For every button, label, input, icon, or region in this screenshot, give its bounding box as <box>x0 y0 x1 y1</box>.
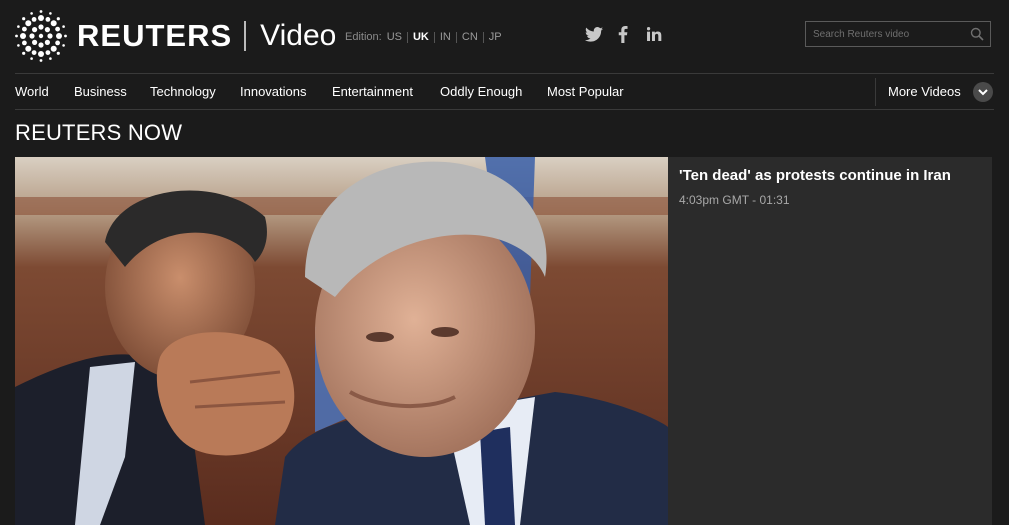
section-name: Video <box>260 19 337 52</box>
edition-selector: Edition: US UK IN CN JP <box>345 31 507 43</box>
edition-jp[interactable]: JP <box>482 31 507 43</box>
brand-name: REUTERS <box>77 18 233 53</box>
logo-divider <box>244 21 247 51</box>
search-icon[interactable] <box>970 27 984 41</box>
nav-item-entertainment[interactable]: Entertainment <box>332 74 413 110</box>
edition-label: Edition: <box>345 31 382 43</box>
nav-divider <box>875 78 876 106</box>
featured-video-thumbnail[interactable] <box>15 157 668 525</box>
featured-duration: 01:31 <box>759 193 790 207</box>
featured-time: 4:03pm GMT <box>679 193 749 207</box>
main-navigation: World Business Technology Innovations En… <box>15 73 994 110</box>
meta-separator: - <box>748 193 760 207</box>
reuters-logo[interactable]: REUTERS Video <box>15 10 336 62</box>
edition-us[interactable]: US <box>387 31 407 43</box>
section-title: REUTERS NOW <box>15 120 183 145</box>
nav-item-innovations[interactable]: Innovations <box>240 74 307 110</box>
chevron-down-icon <box>978 89 988 96</box>
nav-item-oddly-enough[interactable]: Oddly Enough <box>440 74 522 110</box>
more-videos-link[interactable]: More Videos <box>888 74 961 110</box>
edition-cn[interactable]: CN <box>455 31 483 43</box>
nav-item-business[interactable]: Business <box>74 74 127 110</box>
reuters-dots-logo-icon <box>15 10 67 62</box>
site-header: REUTERS Video Edition: US UK IN CN JP <box>0 0 1009 72</box>
more-videos-button[interactable] <box>973 82 993 102</box>
twitter-icon[interactable] <box>585 27 603 42</box>
linkedin-icon[interactable] <box>647 27 662 41</box>
search-box <box>805 21 991 47</box>
search-input[interactable] <box>806 22 966 46</box>
nav-item-world[interactable]: World <box>15 74 49 110</box>
edition-uk[interactable]: UK <box>406 31 434 43</box>
featured-photo-illustration <box>15 157 668 525</box>
edition-in[interactable]: IN <box>433 31 456 43</box>
featured-headline[interactable]: 'Ten dead' as protests continue in Iran <box>679 166 984 186</box>
facebook-icon[interactable] <box>618 26 628 43</box>
nav-item-technology[interactable]: Technology <box>150 74 216 110</box>
nav-item-most-popular[interactable]: Most Popular <box>547 74 624 110</box>
featured-story-panel[interactable]: 'Ten dead' as protests continue in Iran … <box>668 157 992 525</box>
featured-meta: 4:03pm GMT - 01:31 <box>679 193 790 207</box>
